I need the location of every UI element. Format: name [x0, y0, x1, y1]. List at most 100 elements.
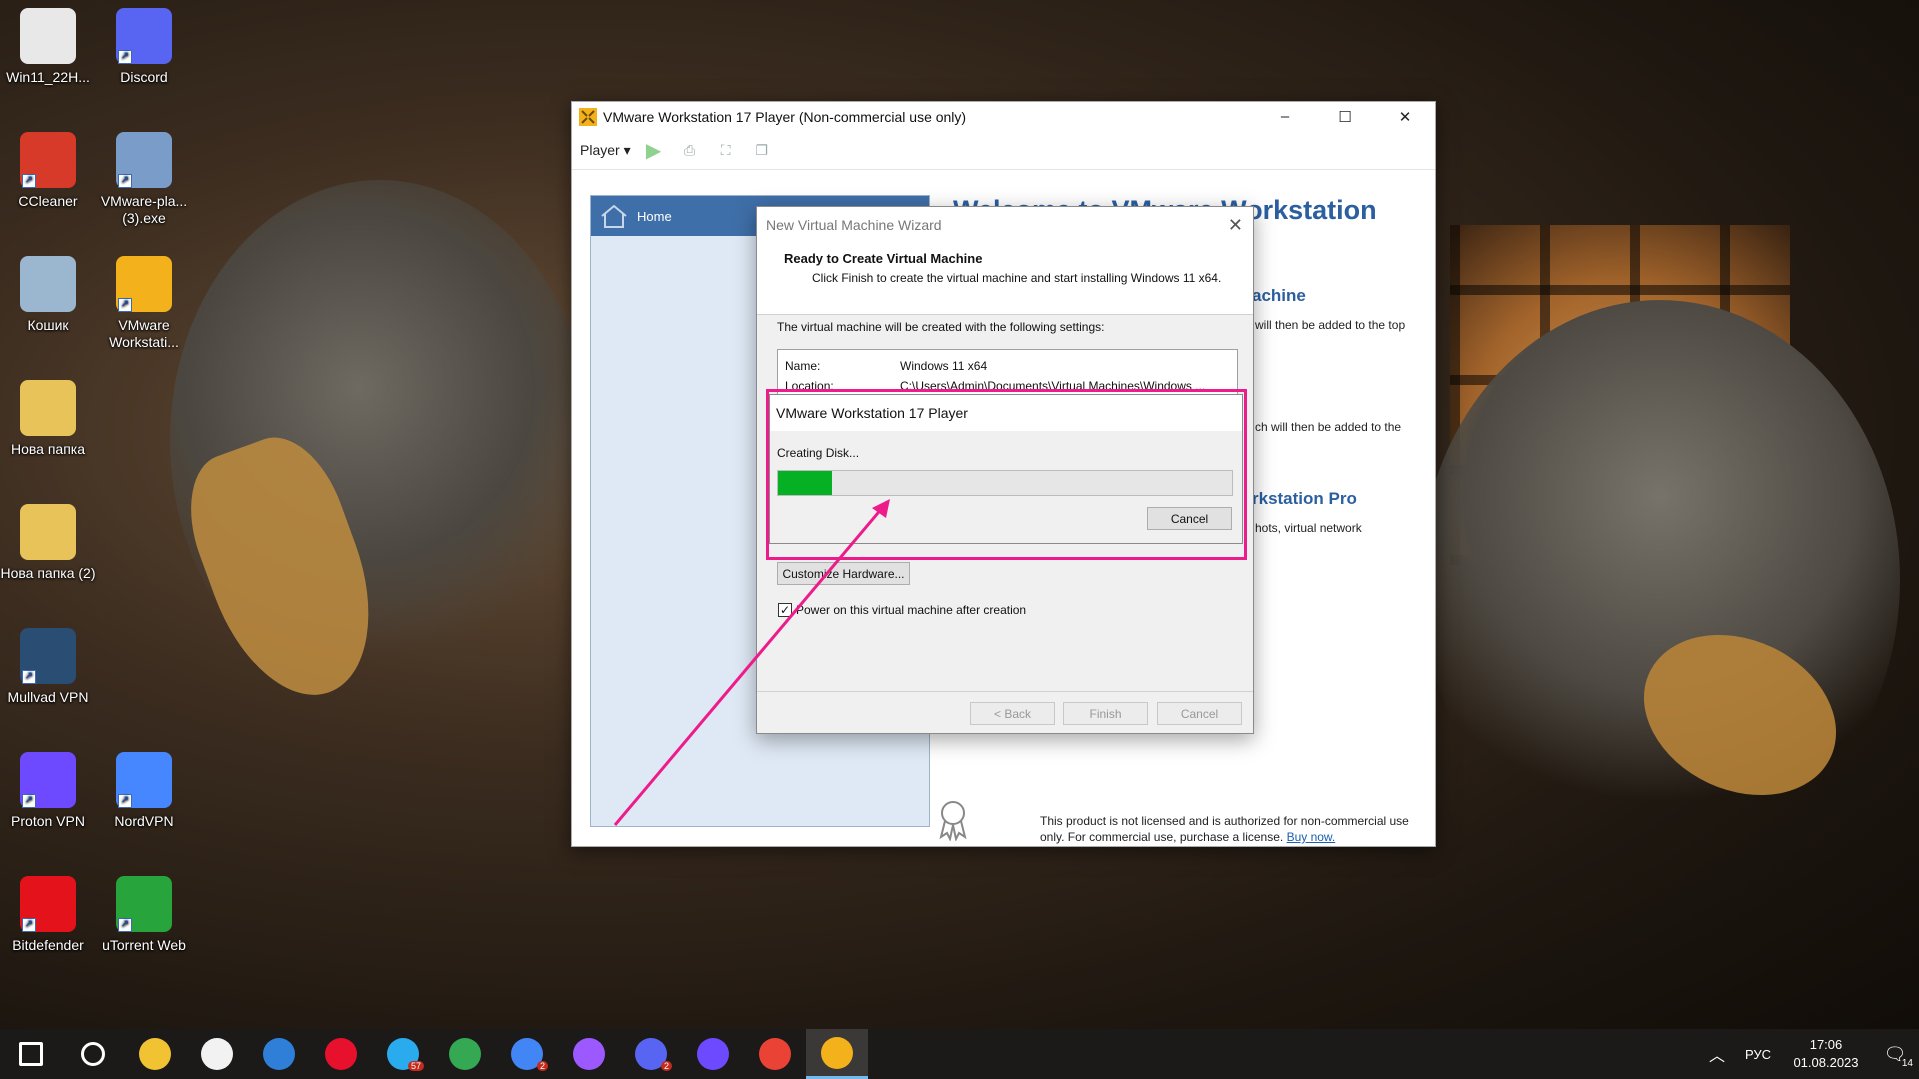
welcome-section-create-text: will then be added to the top	[1255, 318, 1406, 332]
send-ctrl-alt-del-icon[interactable]: ⎙	[677, 138, 703, 164]
desktop-icon[interactable]: ↗ Bitdefender	[0, 876, 96, 954]
taskbar-button[interactable]	[248, 1029, 310, 1079]
desktop-icon[interactable]: Нова папка (2)	[0, 504, 96, 582]
desktop-icon-label: Win11_22H...	[6, 69, 90, 85]
vmware-window-title: VMware Workstation 17 Player (Non-commer…	[603, 109, 967, 125]
desktop-icon[interactable]: ↗ CCleaner	[0, 132, 96, 210]
power-on-checkbox[interactable]: ✓	[778, 603, 792, 617]
desktop-icon[interactable]: ↗ VMware-pla... (3).exe	[96, 132, 192, 227]
shortcut-arrow-icon: ↗	[22, 670, 36, 684]
taskbar-button[interactable]	[434, 1029, 496, 1079]
player-menu[interactable]: Player ▾	[580, 142, 631, 159]
wallpaper-platypus-right	[1420, 300, 1900, 860]
desktop-icon[interactable]: Нова папка	[0, 380, 96, 458]
start-icon	[19, 1042, 43, 1066]
home-label: Home	[637, 208, 672, 224]
shortcut-arrow-icon: ↗	[118, 50, 132, 64]
wizard-cancel-button[interactable]: Cancel	[1157, 702, 1242, 725]
desktop-icon[interactable]: Win11_22H...	[0, 8, 96, 86]
fullscreen-icon[interactable]: ⛶	[713, 138, 739, 164]
shortcut-arrow-icon: ↗	[118, 918, 132, 932]
minimize-button[interactable]: –	[1255, 108, 1315, 126]
taskbar-button[interactable]	[62, 1029, 124, 1079]
desktop-icon-label: VMware Workstati...	[109, 317, 179, 350]
search-icon	[81, 1042, 105, 1066]
settings-key: Name:	[785, 359, 821, 373]
store-icon	[201, 1038, 233, 1070]
finish-button[interactable]: Finish	[1063, 702, 1148, 725]
desktop-icon[interactable]: ↗ VMware Workstati...	[96, 256, 192, 351]
taskbar-button[interactable]	[186, 1029, 248, 1079]
wizard-close-button[interactable]: ✕	[1228, 215, 1243, 236]
discord-icon: ↗	[116, 8, 172, 64]
desktop-icon-label: Proton VPN	[11, 813, 85, 829]
taskbar: 57 2 2 ︿ РУС 17:06 01.08.2023 🗨 14	[0, 1029, 1919, 1079]
folder-icon	[20, 380, 76, 436]
unity-icon[interactable]: ❐	[749, 138, 775, 164]
customize-hardware-button[interactable]: Customize Hardware...	[777, 562, 910, 585]
vmware-title-bar[interactable]: VMware Workstation 17 Player (Non-commer…	[572, 102, 1435, 132]
vmware-icon: ↗	[116, 256, 172, 312]
maximize-button[interactable]: ☐	[1315, 108, 1375, 126]
buy-now-link[interactable]: Buy now.	[1287, 830, 1336, 844]
wizard-description: Click Finish to create the virtual machi…	[812, 271, 1222, 285]
installer-icon: ↗	[116, 132, 172, 188]
desktop-icon[interactable]: ↗ Mullvad VPN	[0, 628, 96, 706]
taskbar-button[interactable]	[744, 1029, 806, 1079]
wizard-title-bar[interactable]: New Virtual Machine Wizard ✕	[757, 207, 1253, 243]
taskbar-button[interactable]	[310, 1029, 372, 1079]
home-icon	[601, 204, 627, 228]
settings-row: Name: Windows 11 x64	[785, 356, 1230, 376]
welcome-section-upgrade-text: hots, virtual network	[1255, 521, 1362, 535]
taskbar-button[interactable]: 2	[496, 1029, 558, 1079]
file-explorer-icon	[139, 1038, 171, 1070]
desktop-icon[interactable]: ↗ uTorrent Web	[96, 876, 192, 954]
power-on-option[interactable]: ✓ Power on this virtual machine after cr…	[778, 603, 1026, 617]
taskbar-button[interactable]	[806, 1029, 868, 1079]
notifications-icon[interactable]: 🗨 14	[1871, 1044, 1919, 1069]
taskbar-badge: 2	[660, 1061, 672, 1071]
taskbar-button[interactable]	[124, 1029, 186, 1079]
disc-image-icon	[20, 8, 76, 64]
taskbar-button[interactable]	[0, 1029, 62, 1079]
license-notice: This product is not licensed and is auth…	[1040, 813, 1420, 845]
shortcut-arrow-icon: ↗	[118, 174, 132, 188]
mail-icon	[263, 1038, 295, 1070]
utorrent-icon: ↗	[116, 876, 172, 932]
desktop-icon-label: Нова папка (2)	[0, 565, 96, 581]
desktop-icon-label: uTorrent Web	[102, 937, 186, 953]
clock[interactable]: 17:06 01.08.2023	[1781, 1036, 1871, 1072]
bitdefender-icon: ↗	[20, 876, 76, 932]
language-indicator[interactable]: РУС	[1735, 1047, 1781, 1062]
desktop-icon[interactable]: ↗ Discord	[96, 8, 192, 86]
desktop-icon[interactable]: Кошик	[0, 256, 96, 334]
desktop-icon[interactable]: ↗ NordVPN	[96, 752, 192, 830]
close-button[interactable]: ✕	[1375, 108, 1435, 126]
welcome-section-upgrade[interactable]: rkstation Pro	[1252, 489, 1357, 509]
wizard-title: New Virtual Machine Wizard	[766, 217, 942, 233]
taskbar-button[interactable]	[682, 1029, 744, 1079]
taskbar-button[interactable]: 57	[372, 1029, 434, 1079]
back-button[interactable]: < Back	[970, 702, 1055, 725]
taskbar-badge: 57	[407, 1061, 424, 1071]
system-tray: ︿ РУС 17:06 01.08.2023 🗨 14	[1699, 1029, 1919, 1079]
shortcut-arrow-icon: ↗	[22, 918, 36, 932]
tray-chevron-up-icon[interactable]: ︿	[1699, 1042, 1735, 1066]
taskbar-button[interactable]: 2	[620, 1029, 682, 1079]
player-menu-label: Player	[580, 142, 620, 158]
desktop-icon-label: VMware-pla... (3).exe	[100, 193, 188, 226]
vmware-taskbar-icon	[821, 1036, 853, 1069]
chrome-icon	[449, 1038, 481, 1070]
play-icon[interactable]: ▶	[641, 138, 667, 164]
desktop-icon-label: Кошик	[27, 317, 69, 333]
wizard-header: Ready to Create Virtual Machine Click Fi…	[757, 243, 1253, 315]
desktop-icon[interactable]: ↗ Proton VPN	[0, 752, 96, 830]
power-on-label: Power on this virtual machine after crea…	[796, 603, 1027, 617]
chrome-alt-icon	[759, 1038, 791, 1070]
welcome-section-create[interactable]: achine	[1252, 286, 1306, 306]
taskbar-button[interactable]	[558, 1029, 620, 1079]
license-text: This product is not licensed and is auth…	[1040, 814, 1409, 844]
settings-label: The virtual machine will be created with…	[777, 320, 1105, 334]
notifications-count: 14	[1901, 1057, 1913, 1069]
desktop-icon-label: Bitdefender	[12, 937, 84, 953]
